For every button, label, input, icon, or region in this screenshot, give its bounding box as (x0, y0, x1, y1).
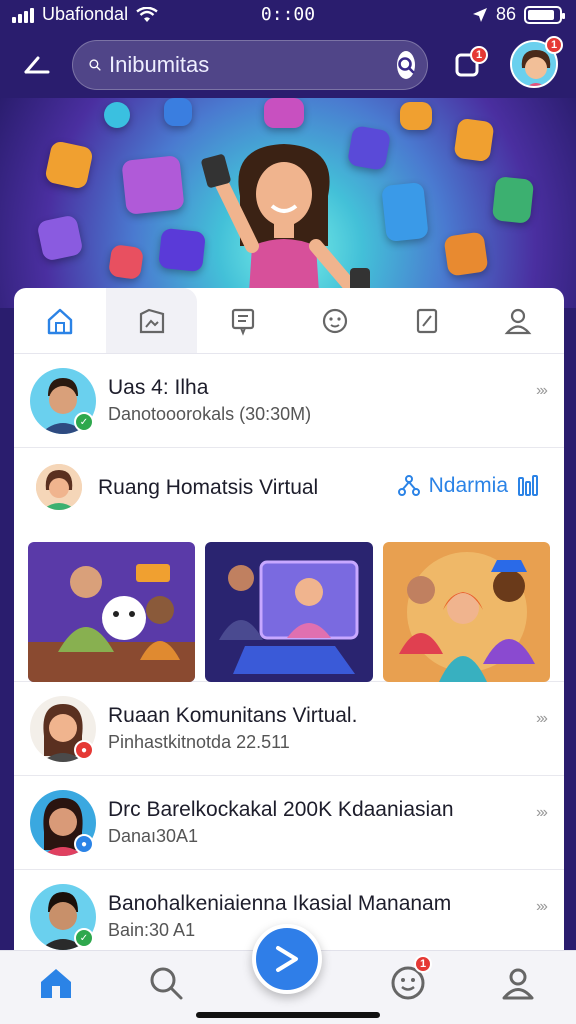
bars-icon (518, 475, 538, 496)
group-action-button[interactable]: Ndarmia (397, 474, 540, 498)
home-icon (41, 969, 71, 998)
nav-home[interactable] (36, 963, 76, 1003)
search-icon[interactable] (89, 54, 101, 76)
app-tile (104, 102, 130, 128)
group-avatar (36, 464, 82, 510)
group-section: Ruang Homatsis Virtual Ndarmia (14, 448, 564, 682)
chevron-right-icon: ››› (536, 804, 548, 821)
item-title: Drc Barelkockakal 200K Kdaaniasian (108, 798, 454, 821)
send-arrow-icon (276, 946, 298, 972)
thumbnail-image (28, 542, 196, 682)
edit-icon (416, 308, 437, 333)
app-tile (107, 243, 145, 281)
item-subtitle: Pinhastkitnotda 22.511 (108, 732, 290, 752)
search-bar (72, 40, 428, 90)
app-tile (164, 98, 192, 126)
media-thumbnail[interactable] (382, 542, 550, 682)
status-badge: ● (74, 740, 94, 760)
group-title: Ruang Homatsis Virtual (98, 476, 319, 499)
hero-banner (0, 98, 576, 308)
app-tile (491, 176, 535, 224)
user-icon (504, 308, 532, 334)
app-tile (121, 155, 185, 215)
nav-notif-badge: 1 (414, 955, 432, 973)
search-icon (150, 967, 183, 1000)
app-tile (264, 98, 304, 128)
gallery-icon (139, 308, 164, 333)
app-tile (381, 181, 429, 243)
app-tile (443, 231, 489, 277)
status-right: 86 (472, 4, 565, 25)
lens-icon (398, 57, 415, 74)
chevron-right-icon: ››› (536, 710, 548, 727)
status-badge: ● (74, 834, 94, 854)
notifications-badge: 1 (470, 46, 488, 64)
content-card: ✓ Uas 4: Ilha Danotooorokals (30:30M) ››… (14, 288, 564, 968)
tab-emoji[interactable] (289, 288, 381, 353)
home-icon (47, 308, 73, 334)
search-input[interactable] (109, 52, 397, 78)
list-item[interactable]: ● Drc Barelkockakal 200K Kdaaniasian Dan… (14, 776, 564, 870)
compose-fab-button[interactable] (252, 924, 322, 994)
nav-search[interactable] (146, 963, 186, 1003)
list-item[interactable]: ● Ruaan Komunitans Virtual. Pinhastkitno… (14, 682, 564, 776)
tab-gallery[interactable] (105, 288, 198, 353)
battery-icon (524, 5, 565, 24)
avatar-illustration (36, 464, 82, 510)
profile-badge: 1 (545, 36, 563, 54)
media-thumbnails (28, 542, 550, 682)
media-thumbnail[interactable] (205, 542, 373, 682)
tab-profile[interactable] (472, 288, 564, 353)
user-icon (502, 968, 534, 1000)
item-subtitle: Danaı30A1 (108, 826, 199, 846)
news-icon (232, 308, 255, 336)
item-subtitle: Bain:30 A1 (108, 920, 196, 940)
item-title: Uas 4: Ilha (108, 376, 209, 399)
status-bar: Ubafiondal 0::00 86 (0, 0, 576, 30)
verified-badge: ✓ (74, 412, 94, 432)
app-tile (36, 214, 84, 262)
app-tile (44, 140, 94, 190)
list-item[interactable]: ✓ Uas 4: Ilha Danotooorokals (30:30M) ››… (14, 354, 564, 448)
battery-fill (528, 9, 554, 20)
group-action-label: Ndarmia (428, 474, 508, 497)
nav-emoji[interactable]: 1 (388, 955, 432, 1003)
media-thumbnail[interactable] (28, 542, 196, 682)
home-indicator (196, 1012, 380, 1018)
item-title: Ruaan Komunitans Virtual. (108, 704, 358, 727)
thumbnail-image (205, 542, 373, 682)
chevron-right-icon: ››› (536, 898, 548, 915)
verified-badge: ✓ (74, 928, 94, 948)
tab-news[interactable] (197, 288, 289, 353)
chevron-right-icon: ››› (536, 382, 548, 399)
network-icon (397, 475, 420, 496)
lens-search-button[interactable] (397, 51, 415, 79)
app-tile (400, 102, 432, 130)
hero-woman-illustration (201, 144, 370, 308)
item-subtitle: Danotooorokals (30:30M) (108, 404, 312, 424)
tab-home[interactable] (14, 288, 106, 353)
notifications-button[interactable]: 1 (452, 46, 488, 80)
battery-percent: 86 (495, 4, 516, 24)
app-tile (158, 227, 206, 273)
back-icon[interactable] (22, 50, 52, 80)
item-title: Banohalkeniaienna Ikasial Mananam (108, 892, 452, 915)
header: 1 1 (0, 36, 576, 96)
app-tile (453, 117, 495, 163)
emoji-icon (322, 308, 347, 333)
thumbnail-image (382, 542, 550, 682)
nav-profile[interactable] (498, 963, 538, 1003)
tab-edit[interactable] (381, 288, 473, 353)
location-arrow-icon (472, 7, 487, 22)
category-tabs (14, 288, 564, 354)
